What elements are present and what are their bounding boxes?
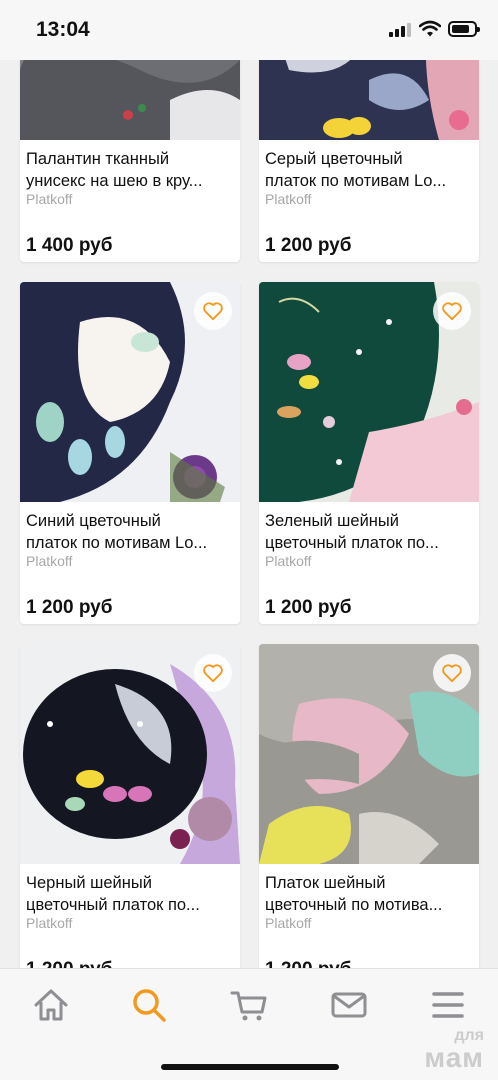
product-price: 1 400 руб	[26, 235, 113, 256]
cart-icon[interactable]	[229, 985, 269, 1025]
product-card[interactable]: Синий цветочный платок по мотивам Lo... …	[20, 282, 240, 624]
favorite-button[interactable]	[194, 654, 232, 692]
shop-name: Platkoff	[26, 915, 73, 931]
menu-icon[interactable]	[428, 985, 468, 1025]
product-title: Синий цветочный платок по мотивам Lo...	[26, 512, 208, 552]
mail-icon[interactable]	[329, 985, 369, 1025]
product-card[interactable]: Черный шейный цветочный платок по... Pla…	[20, 644, 240, 986]
shop-name: Platkoff	[26, 553, 73, 569]
home-indicator[interactable]	[161, 1064, 339, 1070]
product-title: Зеленый шейный цветочный платок по...	[265, 512, 439, 552]
favorite-button[interactable]	[433, 292, 471, 330]
shop-name: Platkoff	[265, 915, 312, 931]
product-price: 1 200 руб	[265, 597, 352, 618]
shop-name: Platkoff	[265, 553, 312, 569]
shop-name: Platkoff	[265, 191, 312, 207]
heart-icon	[442, 302, 462, 321]
product-price: 1 200 руб	[265, 235, 352, 256]
wifi-icon	[419, 20, 441, 37]
search-icon[interactable]	[129, 985, 169, 1025]
status-bar: 13:04	[0, 0, 498, 60]
product-title: Черный шейный цветочный платок по...	[26, 874, 200, 914]
home-icon[interactable]	[31, 985, 71, 1025]
favorite-button[interactable]	[433, 654, 471, 692]
product-feed: Палантин тканный унисекс на шею в кру...…	[0, 0, 498, 1080]
product-card[interactable]: Платок шейный цветочный по мотива... Pla…	[259, 644, 479, 986]
heart-icon	[442, 664, 462, 683]
product-card[interactable]: Зеленый шейный цветочный платок по... Pl…	[259, 282, 479, 624]
heart-icon	[203, 302, 223, 321]
product-title: Палантин тканный унисекс на шею в кру...	[26, 150, 203, 190]
product-price: 1 200 руб	[26, 597, 113, 618]
heart-icon	[203, 664, 223, 683]
favorite-button[interactable]	[194, 292, 232, 330]
product-title: Серый цветочный платок по мотивам Lo...	[265, 150, 447, 190]
status-time: 13:04	[36, 18, 90, 41]
battery-icon	[448, 21, 480, 37]
product-title: Платок шейный цветочный по мотива...	[265, 874, 443, 914]
watermark-logo: для мам	[424, 1028, 484, 1072]
signal-icon	[389, 23, 411, 37]
watermark-line2: мам	[424, 1042, 484, 1073]
shop-name: Platkoff	[26, 191, 73, 207]
